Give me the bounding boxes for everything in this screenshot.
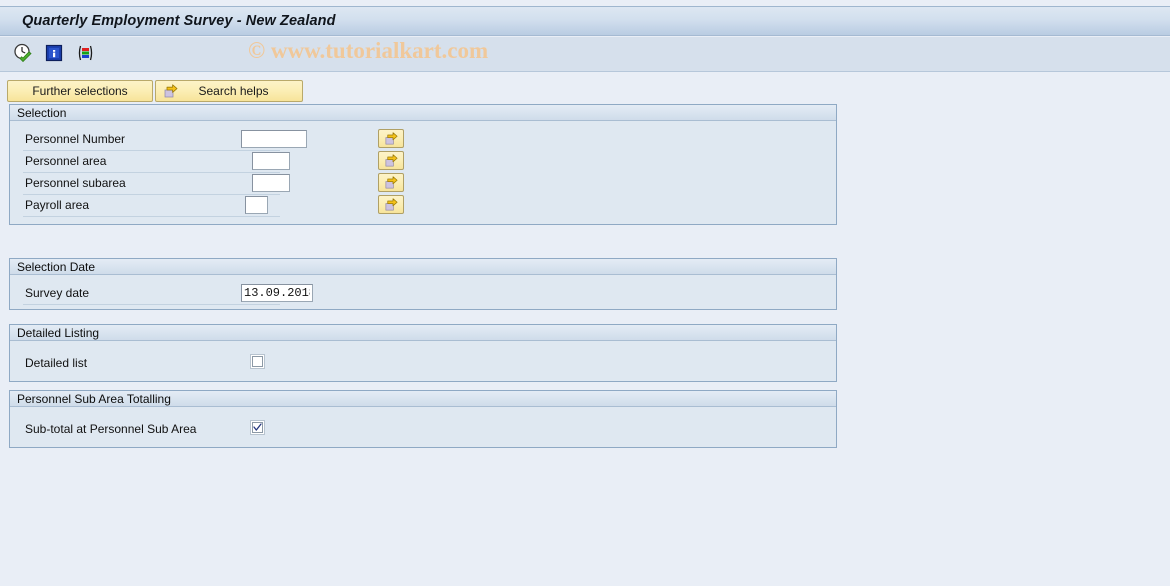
- selection-date-group: Selection Date Survey date: [9, 258, 837, 310]
- window-title-bar: Quarterly Employment Survey - New Zealan…: [0, 6, 1170, 36]
- detailed-listing-group-header: Detailed Listing: [10, 325, 836, 341]
- search-helps-arrow-icon: [164, 84, 178, 98]
- row-underline: [23, 216, 280, 217]
- payroll-area-multi-select-button[interactable]: [378, 195, 404, 214]
- multi-select-arrow-icon: [385, 176, 397, 189]
- execute-clock-check-icon[interactable]: [12, 42, 34, 64]
- field-row-survey-date: Survey date: [10, 283, 836, 305]
- multi-select-arrow-icon: [385, 198, 397, 211]
- field-row-personnel-number: Personnel Number: [10, 129, 836, 151]
- variants-icon[interactable]: [74, 42, 96, 64]
- detailed-list-label: Detailed list: [25, 356, 88, 370]
- further-selections-button[interactable]: Further selections: [7, 80, 153, 102]
- selection-group: Selection Personnel Number Personnel are…: [9, 104, 837, 225]
- field-row-personnel-area: Personnel area: [10, 151, 836, 173]
- detailed-listing-group: Detailed Listing Detailed list: [9, 324, 837, 382]
- personnel-area-multi-select-button[interactable]: [378, 151, 404, 170]
- field-row-payroll-area: Payroll area: [10, 195, 836, 217]
- multi-select-arrow-icon: [385, 154, 397, 167]
- info-icon[interactable]: [43, 42, 65, 64]
- search-helps-label: Search helps: [198, 84, 269, 98]
- field-row-subtotal: Sub-total at Personnel Sub Area: [10, 419, 836, 441]
- page-title: Quarterly Employment Survey - New Zealan…: [22, 13, 336, 29]
- personnel-subarea-label: Personnel subarea: [25, 176, 126, 190]
- subtotal-checkbox-box: [252, 422, 263, 433]
- payroll-area-input[interactable]: [245, 196, 268, 214]
- selection-date-group-header: Selection Date: [10, 259, 836, 275]
- personnel-area-input[interactable]: [252, 152, 290, 170]
- row-underline: [23, 304, 280, 305]
- subarea-totalling-group: Personnel Sub Area Totalling Sub-total a…: [9, 390, 837, 448]
- application-toolbar: [0, 37, 1170, 72]
- further-selections-label: Further selections: [32, 84, 128, 98]
- subtotal-checkbox[interactable]: [250, 420, 265, 435]
- survey-date-label: Survey date: [25, 286, 90, 300]
- detailed-list-checkbox[interactable]: [250, 354, 265, 369]
- selection-group-header: Selection: [10, 105, 836, 121]
- personnel-subarea-multi-select-button[interactable]: [378, 173, 404, 192]
- multi-select-arrow-icon: [385, 132, 397, 145]
- field-row-detailed-list: Detailed list: [10, 353, 836, 375]
- personnel-area-label: Personnel area: [25, 154, 107, 168]
- checkmark-icon: [253, 423, 262, 431]
- personnel-number-multi-select-button[interactable]: [378, 129, 404, 148]
- search-helps-button[interactable]: Search helps: [155, 80, 303, 102]
- personnel-number-label: Personnel Number: [25, 132, 126, 146]
- subtotal-label: Sub-total at Personnel Sub Area: [25, 422, 197, 436]
- personnel-number-input[interactable]: [241, 130, 307, 148]
- payroll-area-label: Payroll area: [25, 198, 90, 212]
- survey-date-input[interactable]: [241, 284, 313, 302]
- selection-button-bar: Further selections Search helps: [7, 80, 303, 102]
- toolbar-icon-group: [12, 42, 96, 64]
- field-row-personnel-subarea: Personnel subarea: [10, 173, 836, 195]
- detailed-list-checkbox-box: [252, 356, 263, 367]
- personnel-subarea-input[interactable]: [252, 174, 290, 192]
- subarea-totalling-group-header: Personnel Sub Area Totalling: [10, 391, 836, 407]
